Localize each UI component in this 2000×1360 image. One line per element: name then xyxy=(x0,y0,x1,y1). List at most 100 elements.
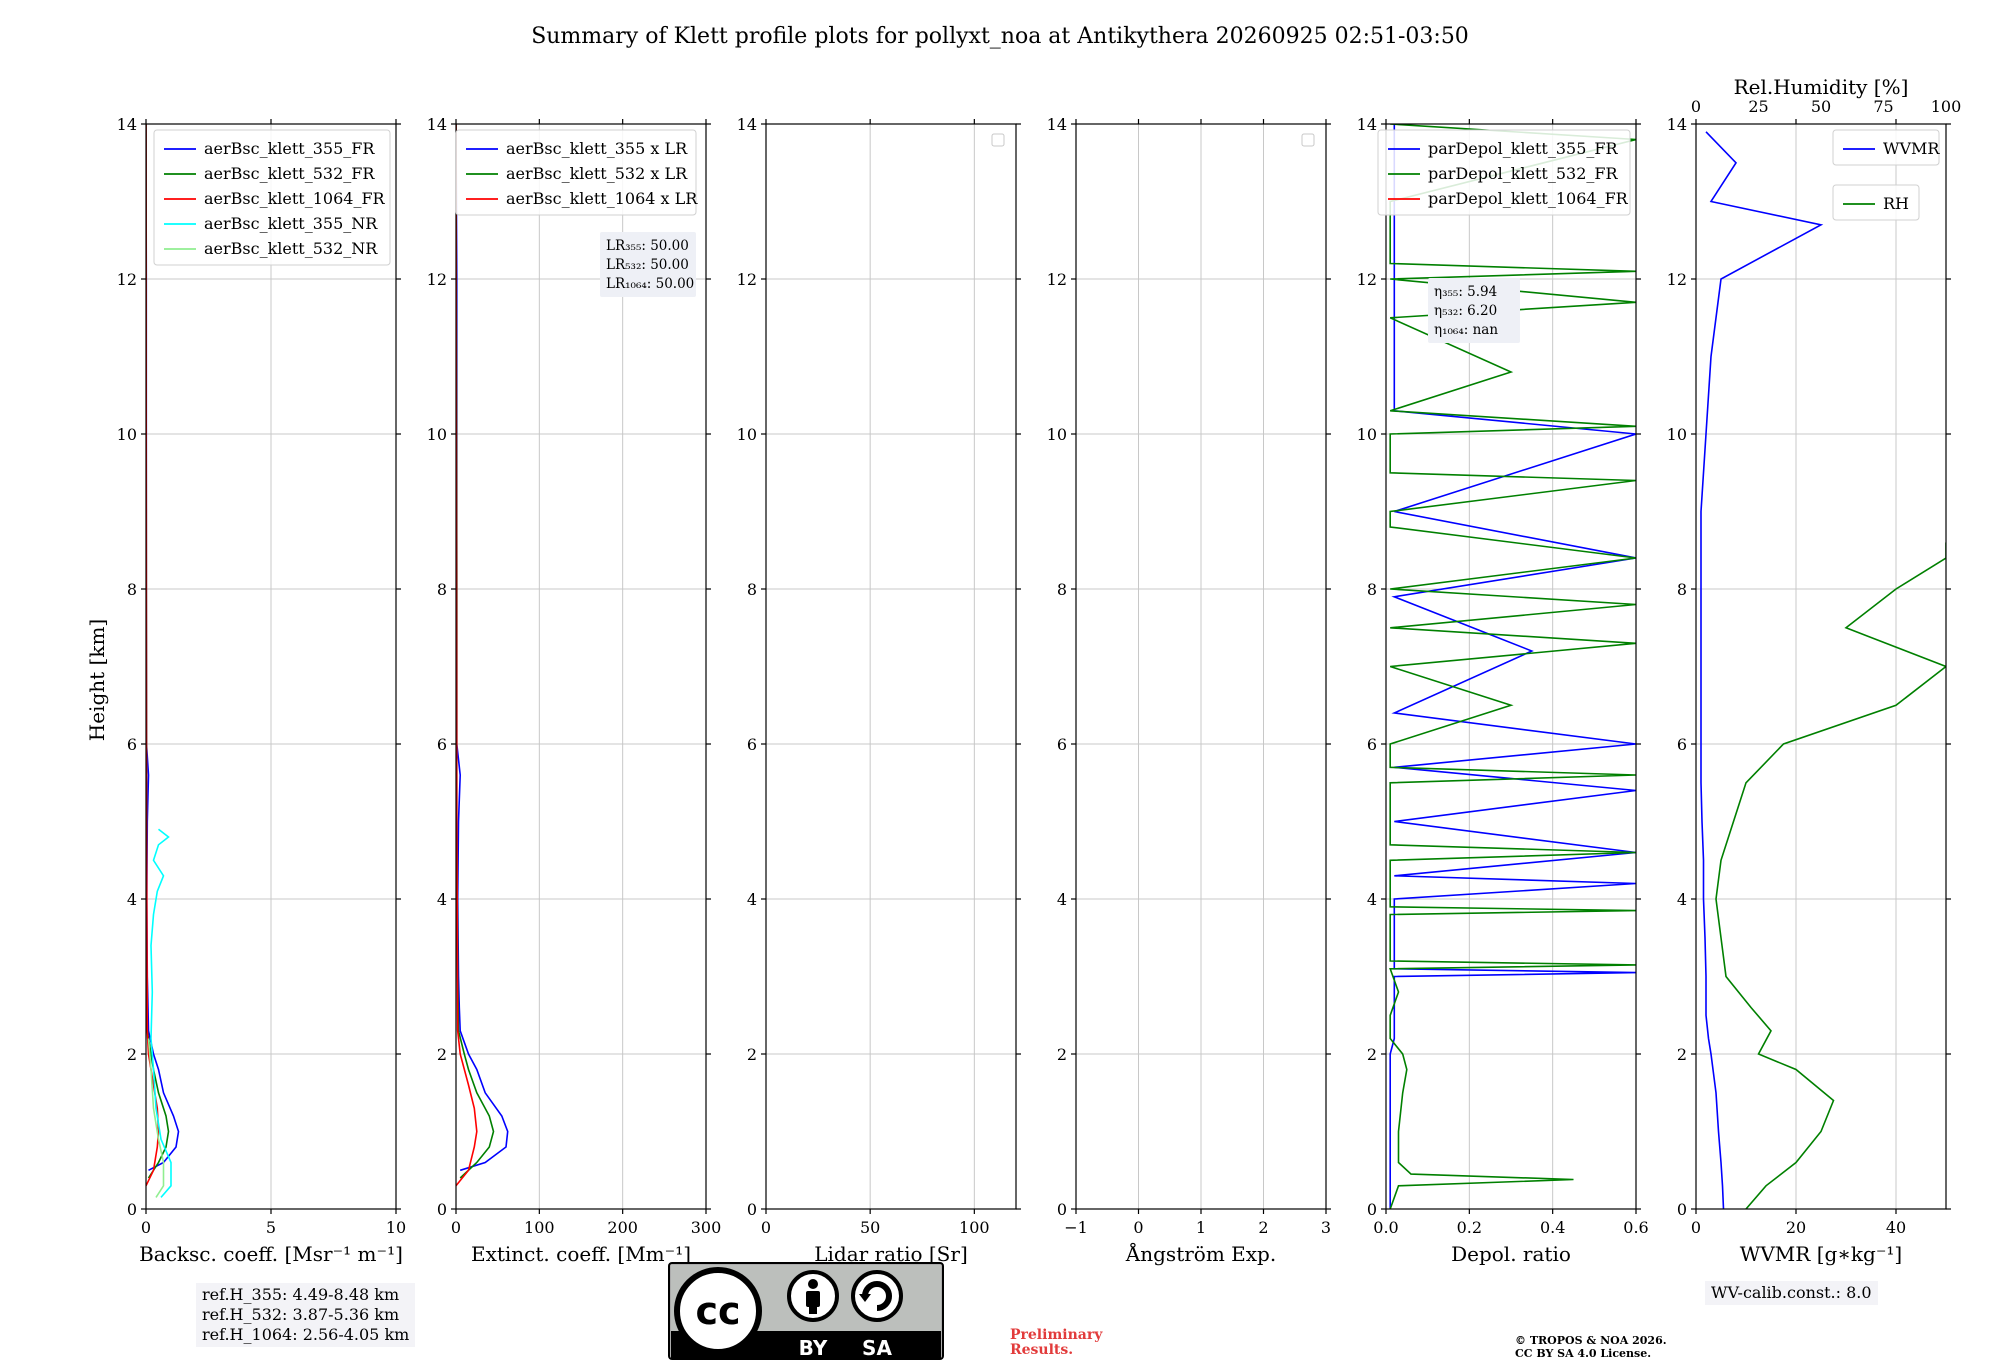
panel-lidar-ratio: 024681012140 50 100Lidar ratio [Sr] xyxy=(737,115,1021,1266)
x-tick-label: 200 xyxy=(607,1218,638,1237)
y-tick-label: 14 xyxy=(1357,115,1377,134)
y-tick-label: 10 xyxy=(737,425,757,444)
y-tick-label: 8 xyxy=(1677,580,1687,599)
y-tick-label: 0 xyxy=(747,1200,757,1219)
legend-label: aerBsc_klett_355 x LR xyxy=(506,139,688,158)
top-x-tick-label: 75 xyxy=(1873,97,1893,116)
legend-label: parDepol_klett_1064_FR xyxy=(1428,189,1629,208)
legend-extinction: aerBsc_klett_355 x LR aerBsc_klett_532 x … xyxy=(455,129,698,216)
wv-calib-const: WV-calib.const.: 8.0 xyxy=(1711,1283,1872,1302)
x-axis-label: Extinct. coeff. [Mm⁻¹] xyxy=(471,1242,691,1266)
preliminary-line-2: Results. xyxy=(1010,1342,1074,1358)
series-group xyxy=(146,124,180,1198)
top-x-tick-label: 100 xyxy=(1931,97,1962,116)
y-tick-label: 2 xyxy=(1677,1045,1687,1064)
y-tick-label: 12 xyxy=(1667,270,1687,289)
panel-wvmr: 024681012140 20 40WVMR [g∗kg⁻¹]0 25 50 75 100R… xyxy=(1667,75,1962,1266)
y-tick-label: 8 xyxy=(1367,580,1377,599)
by-text: BY xyxy=(799,1336,828,1360)
y-tick-label: 10 xyxy=(1667,425,1687,444)
y-tick-label: 2 xyxy=(127,1045,137,1064)
x-tick-label: 0.0 xyxy=(1373,1218,1398,1237)
ref-h-532: ref.H_532: 3.87-5.36 km xyxy=(202,1305,400,1324)
x-tick-label: 2 xyxy=(1258,1218,1268,1237)
x-tick-label: 0 xyxy=(451,1218,461,1237)
legend-label: aerBsc_klett_1064_FR xyxy=(204,189,386,208)
y-tick-label: 4 xyxy=(1367,890,1377,909)
preliminary-results: Preliminary Results. xyxy=(1010,1328,1102,1358)
annotation-line: η₃₅₅: 5.94 xyxy=(1434,284,1497,300)
top-x-tick-label: 25 xyxy=(1748,97,1768,116)
x-axis-label: Ångström Exp. xyxy=(1125,1241,1276,1266)
x-tick-label: 50 xyxy=(860,1218,880,1237)
y-tick-label: 14 xyxy=(737,115,757,134)
y-tick-label: 8 xyxy=(747,580,757,599)
x-axis-label: WVMR [g∗kg⁻¹] xyxy=(1740,1242,1902,1266)
axes-frame xyxy=(765,123,1017,1210)
x-tick-label: 0 xyxy=(141,1218,151,1237)
y-tick-label: 2 xyxy=(437,1045,447,1064)
empty-legend-box xyxy=(1301,133,1315,147)
legend-label: RH xyxy=(1883,194,1909,213)
x-tick-label: −1 xyxy=(1064,1218,1088,1237)
legend-backscatter: aerBsc_klett_355_FR aerBsc_klett_532_FRae… xyxy=(153,129,391,266)
y-tick-label: 14 xyxy=(117,115,137,134)
x-tick-label: 3 xyxy=(1321,1218,1331,1237)
x-tick-label: 0.6 xyxy=(1623,1218,1648,1237)
y-tick-label: 6 xyxy=(747,735,757,754)
legend-label: WVMR xyxy=(1883,139,1940,158)
series-line-aerbsc-klett-355-x-lr xyxy=(456,124,509,1172)
y-tick-label: 4 xyxy=(1677,890,1687,909)
x-axis-label: Backsc. coeff. [Msr⁻¹ m⁻¹] xyxy=(139,1242,403,1266)
y-tick-label: 12 xyxy=(737,270,757,289)
copyright-notice: © TROPOS & NOA 2026. CC BY SA 4.0 Licens… xyxy=(1515,1334,1667,1360)
x-tick-label: 300 xyxy=(691,1218,722,1237)
legend-label: aerBsc_klett_532 x LR xyxy=(506,164,688,183)
x-tick-label: 5 xyxy=(266,1218,276,1237)
annotation-line: LR₃₅₅: 50.00 xyxy=(606,238,689,254)
y-tick-label: 0 xyxy=(1367,1200,1377,1219)
x-tick-label: 100 xyxy=(524,1218,555,1237)
panel-backscatter: 0 2 4 6 8 10 12 14 0 5 10 Backsc. coeff. [Msr⁻¹ m⁻¹… xyxy=(117,115,407,1266)
x-tick-label: 0.4 xyxy=(1540,1218,1565,1237)
y-tick-label: 4 xyxy=(437,890,447,909)
figure-title: Summary of Klett profile plots for polly… xyxy=(531,24,1469,49)
y-tick-label: 2 xyxy=(1057,1045,1067,1064)
y-tick-label: 10 xyxy=(117,425,137,444)
preliminary-line-1: Preliminary xyxy=(1010,1327,1103,1343)
ref-h-355: ref.H_355: 4.49-8.48 km xyxy=(202,1285,400,1304)
series-line-rh xyxy=(1715,542,1946,1209)
y-tick-label: 6 xyxy=(1367,735,1377,754)
annotation-line: LR₁₀₆₄: 50.00 xyxy=(606,276,694,292)
empty-legend-box xyxy=(991,133,1005,147)
series-group xyxy=(1700,131,1946,1209)
y-tick-label: 8 xyxy=(127,580,137,599)
legend-rh: RH xyxy=(1832,184,1920,221)
copyright-line-2: CC BY SA 4.0 License. xyxy=(1515,1347,1652,1360)
eta-annotation: η₃₅₅: 5.94 η₅₃₂: 6.20 η₁₀₆₄: nan xyxy=(1428,278,1520,343)
y-tick-label: 10 xyxy=(1357,425,1377,444)
sa-text: SA xyxy=(862,1336,892,1360)
y-tick-label: 0 xyxy=(1677,1200,1687,1219)
y-tick-label: 12 xyxy=(1357,270,1377,289)
axes-frame xyxy=(1695,123,1947,1210)
x-tick-label: 20 xyxy=(1786,1218,1806,1237)
y-tick-label: 0 xyxy=(1057,1200,1067,1219)
panel-angstrom: 02468101214−1 0 1 2 3Ångström Exp. xyxy=(1047,115,1331,1266)
y-tick-label: 4 xyxy=(747,890,757,909)
figure: Summary of Klett profile plots for polly… xyxy=(85,24,1962,1266)
legend-label: aerBsc_klett_355_NR xyxy=(204,214,378,233)
y-tick-label: 10 xyxy=(1047,425,1067,444)
legend-label: aerBsc_klett_532_FR xyxy=(204,164,375,183)
y-tick-label: 8 xyxy=(1057,580,1067,599)
cc-by-sa-logo: cc BY SA xyxy=(668,1262,944,1360)
y-tick-label: 6 xyxy=(1677,735,1687,754)
y-axis-label: Height [km] xyxy=(85,619,109,741)
y-tick-label: 14 xyxy=(1667,115,1687,134)
series-line-aerbsc-klett-1064-fr xyxy=(146,124,160,1187)
y-tick-label: 12 xyxy=(117,270,137,289)
lr-annotation: LR₃₅₅: 50.00 LR₅₃₂: 50.00 LR₁₀₆₄: 50.00 xyxy=(600,232,696,297)
x-tick-label: 0.2 xyxy=(1457,1218,1482,1237)
top-x-axis-label: Rel.Humidity [%] xyxy=(1734,75,1909,99)
y-tick-label: 12 xyxy=(427,270,447,289)
